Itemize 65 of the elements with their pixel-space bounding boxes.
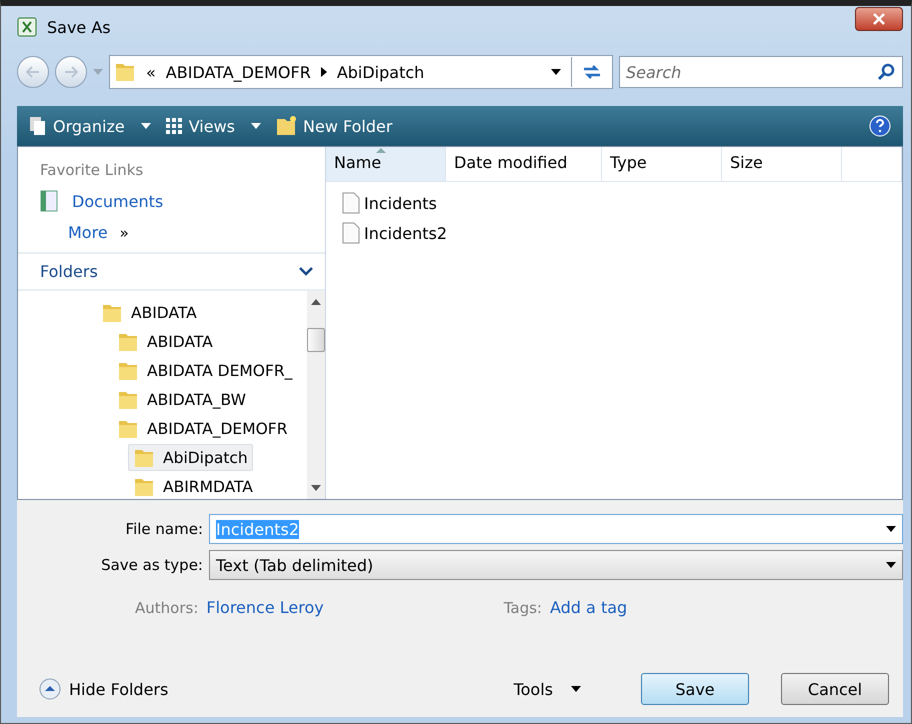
collapse-up-icon [39,678,61,700]
hide-folders-button[interactable]: Hide Folders [39,678,168,700]
forward-button[interactable] [55,56,87,88]
address-bar[interactable]: « ABIDATA_DEMOFR AbiDipatch [109,55,613,89]
caret-icon [311,485,321,491]
toolbar-button[interactable]: Organize [29,116,151,136]
back-button[interactable] [17,56,49,88]
folder-tree-item[interactable]: ABIDATA_DEMOFR [112,415,292,442]
folder-tree-item[interactable]: ABIDATA DEMOFR_ [112,357,298,384]
spreadsheet-app-icon [17,17,37,37]
field-label: Authors: [135,598,198,616]
file-name[interactable]: Incidents [364,194,437,212]
caret-icon [251,123,261,129]
chevron-down-icon [299,267,313,276]
documents-icon [40,189,60,213]
toolbar-button[interactable]: Views [164,116,261,136]
search-field[interactable]: Search [619,56,903,88]
grid-icon [164,117,183,135]
folder-tree-item[interactable]: ABIDATA [112,328,218,355]
breadcrumb-arrow-icon [320,67,327,77]
sort-arrow-icon [376,148,386,153]
right-arrow-icon [64,66,78,78]
field-label: Tags: [504,598,542,616]
favorite-link[interactable]: Documents [72,192,164,210]
scrollbar[interactable] [307,291,325,499]
save-button[interactable]: Save [641,673,749,705]
cancel-button[interactable]: Cancel [781,673,889,705]
file-type-dropdown[interactable]: Text (Tab delimited) [209,550,903,580]
document-icon [342,192,360,214]
caret-icon [571,686,581,692]
new-folder-icon [275,115,297,137]
pages-icon [29,116,47,136]
tools-button[interactable]: Tools [508,678,587,700]
caret-icon [886,562,896,568]
caret-icon [140,123,151,129]
more-link[interactable]: More [68,223,108,242]
window-title: Save As [47,18,112,36]
document-icon [342,222,360,244]
authors-link[interactable]: Florence Leroy [206,598,324,617]
caret-icon [311,299,321,305]
close-button[interactable] [855,7,903,31]
caret-icon [551,69,561,75]
scrollbar-thumb[interactable] [307,328,325,352]
toolbar-button[interactable]: New Folder [275,115,392,137]
breadcrumb-segment[interactable]: ABIDATA_DEMOFR [166,62,311,82]
file-name[interactable]: Incidents2 [364,224,448,242]
folder-tree-item[interactable]: ABIDATA [96,299,202,326]
overflow-glyph[interactable]: « [146,62,156,82]
tags-link[interactable]: Add a tag [550,598,628,617]
chevron-glyph: » [120,224,129,242]
breadcrumb-segment[interactable]: AbiDipatch [336,62,424,82]
field-label: Save as type: [100,556,203,574]
column-header[interactable]: Name [326,147,446,181]
folder-tree-item[interactable]: ABIDATA_BW [112,386,251,413]
field-label: File name: [124,520,203,538]
caret-icon [886,526,896,532]
caret-icon [93,69,103,75]
close-icon [873,13,885,25]
search-icon [877,63,895,81]
section-heading: Favorite Links [40,161,144,179]
folder-tree-item[interactable]: AbiDipatch [128,444,253,471]
folder-tree-item[interactable]: ABIRMDATA [128,473,258,499]
folder-icon [114,61,136,83]
help-icon[interactable] [869,115,891,137]
left-arrow-icon [26,66,40,78]
